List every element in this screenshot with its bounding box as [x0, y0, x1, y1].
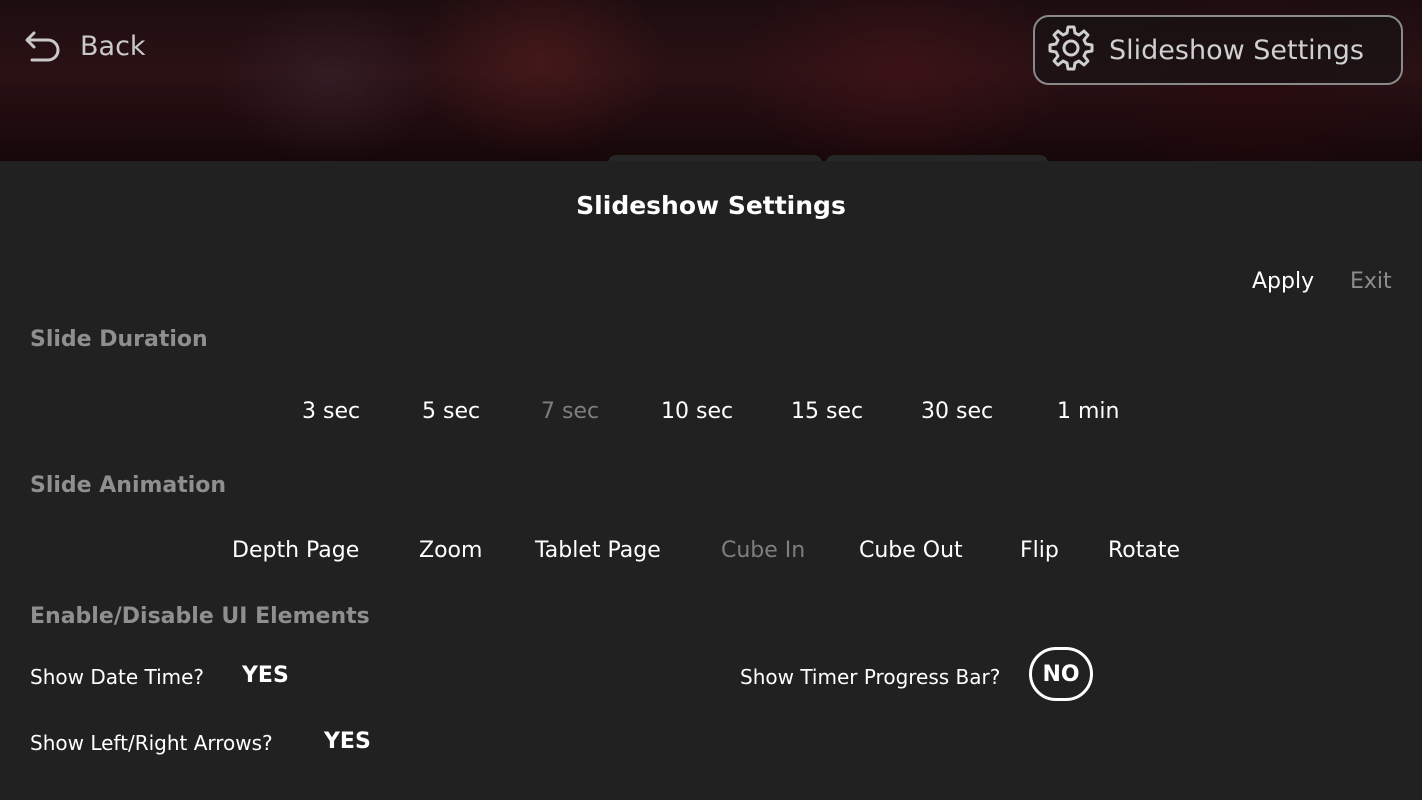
- slide-animation-label: Slide Animation: [30, 473, 227, 498]
- show-timer-bar-value: NO: [1042, 661, 1080, 687]
- animation-option-cube-out[interactable]: Cube Out: [859, 538, 963, 563]
- show-timer-bar-toggle[interactable]: NO: [1029, 647, 1093, 701]
- settings-panel: Slideshow Settings Apply Exit Slide Dura…: [0, 161, 1422, 800]
- duration-option-15-sec[interactable]: 15 sec: [791, 399, 863, 424]
- duration-option-7-sec[interactable]: 7 sec: [541, 399, 599, 424]
- duration-option-3-sec[interactable]: 3 sec: [302, 399, 360, 424]
- animation-option-flip[interactable]: Flip: [1020, 538, 1059, 563]
- slideshow-settings-button[interactable]: Slideshow Settings: [1033, 15, 1403, 85]
- back-label: Back: [80, 30, 146, 62]
- duration-option-30-sec[interactable]: 30 sec: [921, 399, 993, 424]
- show-timer-bar-label: Show Timer Progress Bar?: [740, 665, 1001, 689]
- background-banner: Back Slideshow Settings: [0, 0, 1422, 163]
- back-arrow-icon: [24, 29, 62, 63]
- slideshow-settings-label: Slideshow Settings: [1109, 34, 1364, 66]
- show-date-time-label: Show Date Time?: [30, 665, 205, 689]
- duration-option-5-sec[interactable]: 5 sec: [422, 399, 480, 424]
- animation-option-cube-in[interactable]: Cube In: [721, 538, 805, 563]
- duration-option-1-min[interactable]: 1 min: [1057, 399, 1119, 424]
- show-arrows-toggle[interactable]: YES: [324, 729, 371, 754]
- duration-option-10-sec[interactable]: 10 sec: [661, 399, 733, 424]
- animation-option-tablet-page[interactable]: Tablet Page: [535, 538, 661, 563]
- gear-icon: [1047, 23, 1095, 78]
- animation-option-zoom[interactable]: Zoom: [419, 538, 482, 563]
- animation-option-rotate[interactable]: Rotate: [1108, 538, 1180, 563]
- apply-button[interactable]: Apply: [1252, 269, 1314, 294]
- panel-title: Slideshow Settings: [576, 191, 846, 220]
- slide-duration-label: Slide Duration: [30, 327, 208, 352]
- show-date-time-toggle[interactable]: YES: [242, 663, 289, 688]
- show-arrows-label: Show Left/Right Arrows?: [30, 731, 273, 755]
- back-button[interactable]: Back: [24, 24, 146, 68]
- animation-option-depth-page[interactable]: Depth Page: [232, 538, 359, 563]
- ui-elements-label: Enable/Disable UI Elements: [30, 604, 370, 629]
- exit-button[interactable]: Exit: [1350, 269, 1392, 294]
